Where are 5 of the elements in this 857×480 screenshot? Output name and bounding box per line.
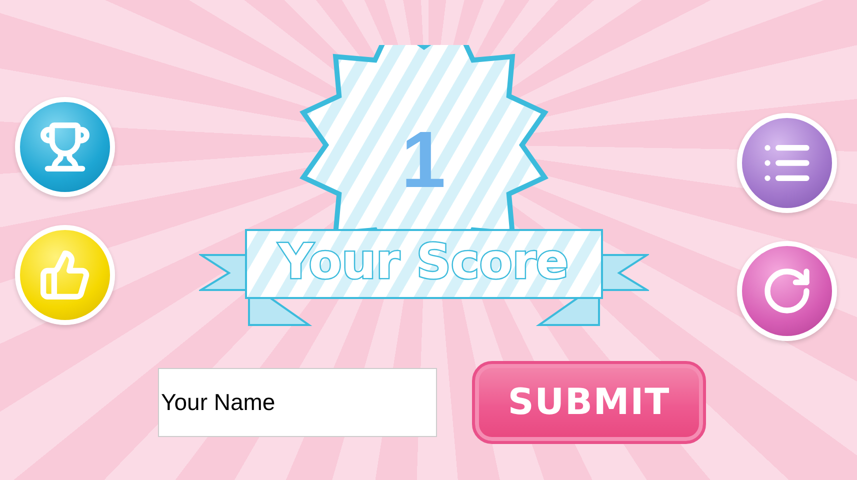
score-value: 1 [400,120,447,200]
name-field[interactable]: Your Name [158,368,437,437]
score-title: Your Score [268,230,578,294]
trophy-icon [39,121,91,173]
thumbs-up-icon [39,249,91,301]
